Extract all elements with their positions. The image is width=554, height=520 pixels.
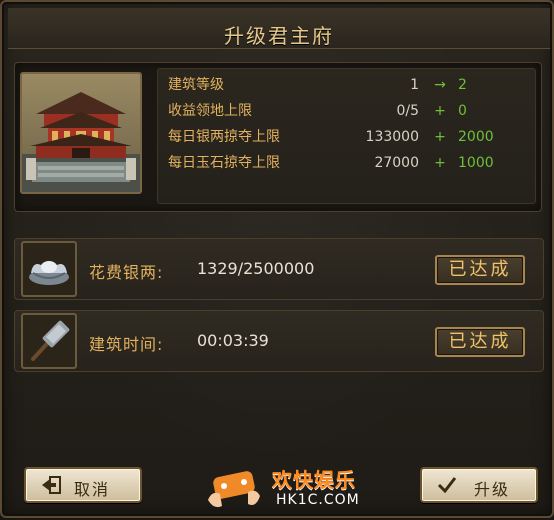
stat-label: 每日玉石掠夺上限	[168, 155, 280, 171]
dialog-title: 升级君主府	[224, 24, 334, 48]
checkmark-icon	[436, 475, 458, 499]
plus-icon: +	[434, 155, 446, 171]
stat-current: 1	[410, 77, 419, 93]
plus-icon: +	[434, 103, 446, 119]
cancel-label: 取消	[74, 480, 111, 499]
title-bar: 升级君主府	[8, 8, 550, 49]
watermark-text-en: HK1C.COM	[276, 492, 360, 508]
stat-current: 0/5	[396, 103, 419, 119]
hammer-icon	[21, 313, 77, 369]
plus-icon: +	[434, 129, 446, 145]
upgrade-button[interactable]: 升级	[420, 467, 538, 503]
stat-current: 27000	[374, 155, 419, 171]
stat-bonus: 2	[458, 77, 467, 93]
time-status-badge: 已达成	[435, 327, 525, 357]
watermark-logo: 欢快娱乐 HK1C.COM	[202, 460, 362, 516]
stat-bonus: 1000	[458, 155, 494, 171]
stat-row-jade-plunder: 每日玉石掠夺上限 27000 + 1000	[158, 151, 537, 175]
stat-label: 收益领地上限	[168, 103, 252, 119]
stat-row-silver-plunder: 每日银两掠夺上限 133000 + 2000	[158, 125, 537, 149]
arrow-right-icon: →	[434, 77, 446, 93]
build-time-value: 00:03:39	[197, 331, 269, 350]
stat-bonus: 0	[458, 103, 467, 119]
building-image	[20, 72, 142, 194]
stat-label: 每日银两掠夺上限	[168, 129, 280, 145]
silver-status-badge: 已达成	[435, 255, 525, 285]
gamepad-hands-icon	[208, 471, 260, 508]
stat-row-building-level: 建筑等级 1 → 2	[158, 73, 537, 97]
watermark-text-cn: 欢快娱乐	[272, 468, 356, 492]
stat-label: 建筑等级	[168, 77, 224, 93]
stat-current: 133000	[365, 129, 419, 145]
exit-icon	[40, 475, 62, 499]
build-time-label: 建筑时间:	[89, 335, 164, 354]
silver-cost-label: 花费银两:	[89, 263, 164, 282]
upgrade-label: 升级	[474, 480, 511, 499]
silver-ingot-icon	[21, 241, 77, 297]
stat-bonus: 2000	[458, 129, 494, 145]
palace-illustration	[22, 74, 140, 192]
stats-table: 建筑等级 1 → 2 收益领地上限 0/5 + 0 每日银两掠夺上限 13300…	[157, 68, 536, 204]
requirement-silver: 花费银两: 1329/2500000 已达成	[14, 238, 544, 300]
upgrade-dialog: 升级君主府 建筑等级 1 → 2 收益领地上限 0/5 + 0 每日银两掠夺上限…	[0, 0, 554, 518]
stat-row-territory-limit: 收益领地上限 0/5 + 0	[158, 99, 537, 123]
silver-cost-value: 1329/2500000	[197, 259, 315, 278]
cancel-button[interactable]: 取消	[24, 467, 142, 503]
requirement-time: 建筑时间: 00:03:39 已达成	[14, 310, 544, 372]
